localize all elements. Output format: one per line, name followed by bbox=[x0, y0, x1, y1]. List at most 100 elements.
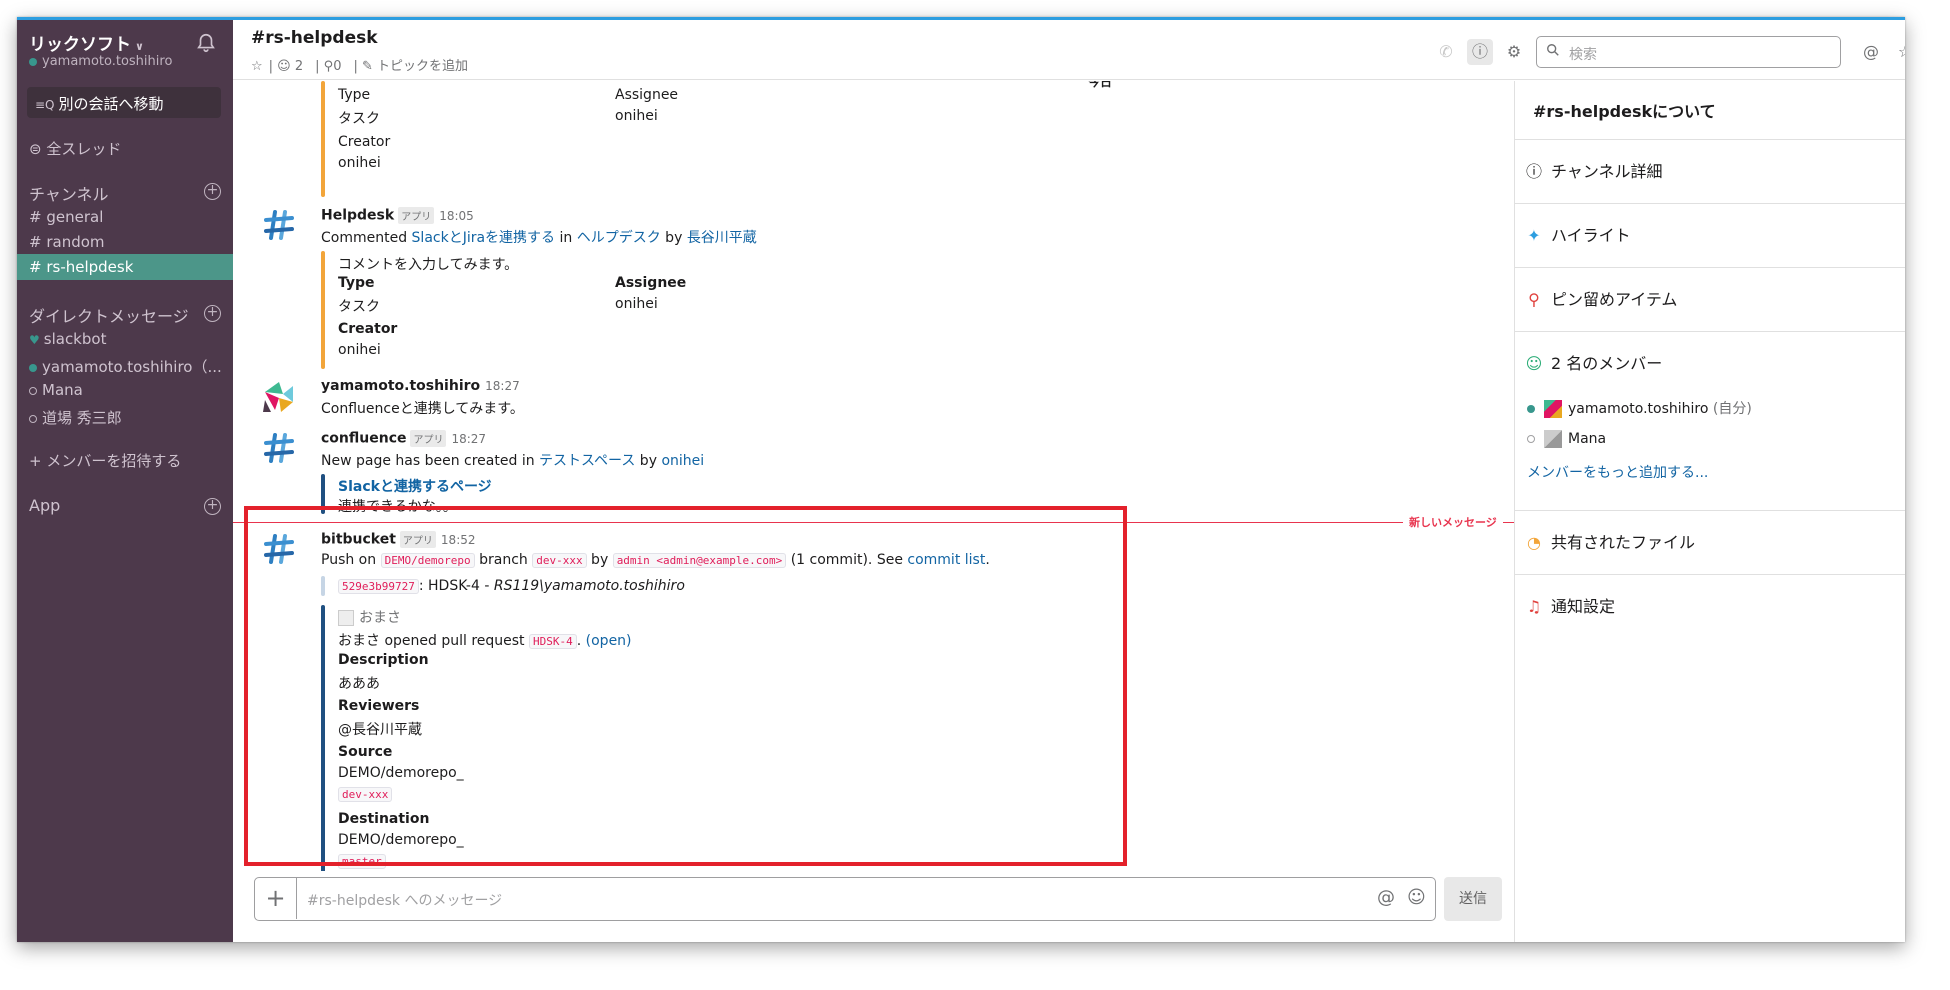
jump-to-button[interactable]: ≡Q 別の会話へ移動 bbox=[27, 87, 221, 118]
text: by bbox=[635, 453, 662, 469]
member-avatar bbox=[1544, 430, 1562, 448]
user-link[interactable]: 長谷川平蔵 bbox=[687, 230, 757, 246]
highlights-item[interactable]: ✦ ハイライト bbox=[1525, 222, 1630, 246]
person-icon: ☺ bbox=[1525, 354, 1543, 373]
add-app-icon[interactable]: + bbox=[204, 498, 221, 515]
channel-details-item[interactable]: ⓘ チャンネル詳細 bbox=[1525, 158, 1663, 182]
pin-icon: ⚲ bbox=[1528, 290, 1540, 309]
field-label: Assignee bbox=[615, 275, 687, 291]
message-author[interactable]: confluence アプリ 18:27 bbox=[321, 430, 486, 447]
project-link[interactable]: ヘルプデスク bbox=[577, 230, 661, 246]
emoji-icon[interactable]: ☺ bbox=[1407, 887, 1426, 908]
confluence-avatar[interactable] bbox=[261, 430, 297, 466]
field-label: Creator bbox=[338, 134, 391, 150]
member-row[interactable]: yamamoto.toshihiro (自分) bbox=[1527, 398, 1752, 418]
bell-icon[interactable] bbox=[195, 32, 217, 54]
message-time[interactable]: 18:27 bbox=[451, 432, 486, 446]
channel-label: general bbox=[46, 208, 104, 226]
phone-icon[interactable]: ✆ bbox=[1433, 39, 1459, 65]
add-members-link[interactable]: メンバーをもっと追加する... bbox=[1527, 462, 1708, 482]
item-label: 通知設定 bbox=[1551, 597, 1616, 616]
sidebar-item-rs-helpdesk[interactable]: # rs-helpdesk bbox=[29, 258, 133, 276]
user-link[interactable]: onihei bbox=[661, 453, 704, 469]
presence-online-icon bbox=[1527, 405, 1535, 413]
message-text: Confluenceと連携してみます。 bbox=[321, 401, 524, 417]
message-time[interactable]: 18:05 bbox=[439, 209, 474, 223]
field-label: Type bbox=[338, 275, 375, 291]
dm-label: Mana bbox=[42, 381, 83, 399]
channel-label: random bbox=[46, 233, 105, 251]
item-label: 共有されたファイル bbox=[1551, 533, 1696, 552]
panel-title: #rs-helpdeskについて bbox=[1533, 102, 1716, 121]
sidebar-item-general[interactable]: # general bbox=[29, 208, 103, 226]
add-topic-link[interactable]: ✎ トピックを追加 bbox=[362, 59, 474, 74]
message-time[interactable]: 18:27 bbox=[485, 379, 520, 393]
page-title[interactable]: #rs-helpdesk bbox=[251, 28, 378, 48]
space-link[interactable]: テストスペース bbox=[539, 453, 635, 469]
channel-meta: ☆ | ☺ 2 | ⚲0 | ✎ トピックを追加 bbox=[251, 55, 480, 74]
shared-files-item[interactable]: ◔ 共有されたファイル bbox=[1525, 529, 1695, 553]
mention-icon[interactable]: @ bbox=[1377, 887, 1395, 908]
channel-details-panel: #rs-helpdeskについて ⓘ チャンネル詳細 ✦ ハイライト ⚲ ピン留めアイ… bbox=[1514, 81, 1905, 942]
item-label: 2 名のメンバー bbox=[1551, 354, 1663, 373]
panel-section: ✦ ハイライト bbox=[1515, 203, 1905, 267]
threads-label: 全スレッド bbox=[46, 140, 122, 158]
panel-section: ♫ 通知設定 bbox=[1515, 574, 1905, 638]
star-icon[interactable]: ☆ bbox=[251, 59, 263, 74]
pins-count[interactable]: ⚲0 bbox=[324, 59, 348, 74]
issue-link[interactable]: SlackとJiraを連携する bbox=[412, 230, 556, 246]
starred-icon[interactable]: ☆ bbox=[1892, 39, 1905, 65]
team-menu[interactable]: リックソフト ∨ bbox=[29, 30, 144, 55]
add-channel-icon[interactable]: + bbox=[204, 183, 221, 200]
threads-icon: ⊜ bbox=[29, 140, 47, 158]
channels-header[interactable]: チャンネル bbox=[29, 181, 109, 205]
page-link[interactable]: Slackと連携するページ bbox=[338, 476, 492, 496]
helpdesk-avatar[interactable] bbox=[261, 207, 297, 243]
field-label: Assignee bbox=[615, 87, 679, 103]
highlight-box bbox=[244, 506, 1127, 866]
files-icon: ◔ bbox=[1527, 533, 1541, 552]
new-messages-label: 新しいメッセージ bbox=[1403, 514, 1503, 530]
add-dm-icon[interactable]: + bbox=[204, 305, 221, 322]
sidebar-item-yamamoto[interactable]: yamamoto.toshihiro（... bbox=[29, 356, 222, 377]
message-author[interactable]: Helpdesk アプリ 18:05 bbox=[321, 207, 474, 224]
members-count[interactable]: ☺ 2 bbox=[277, 59, 309, 74]
field-value: onihei bbox=[615, 108, 658, 124]
info-icon[interactable]: ⓘ bbox=[1467, 39, 1493, 65]
app-badge: アプリ bbox=[410, 430, 447, 447]
gear-icon[interactable]: ⚙ bbox=[1501, 39, 1527, 65]
sidebar: リックソフト ∨ yamamoto.toshihiro ≡Q 別の会話へ移動 ⊜ 全… bbox=[17, 20, 233, 942]
text: in bbox=[555, 230, 577, 246]
sidebar-item-random[interactable]: # random bbox=[29, 233, 105, 251]
apps-header[interactable]: App bbox=[29, 496, 60, 515]
dm-header[interactable]: ダイレクトメッセージ bbox=[29, 303, 189, 327]
presence-away-icon bbox=[29, 415, 37, 423]
sidebar-item-mana[interactable]: Mana bbox=[29, 381, 83, 399]
mentions-icon[interactable]: @ bbox=[1858, 39, 1884, 65]
chevron-down-icon: ∨ bbox=[135, 40, 144, 53]
notifications-item[interactable]: ♫ 通知設定 bbox=[1525, 593, 1615, 617]
item-label: ピン留めアイテム bbox=[1551, 290, 1678, 309]
author-name: confluence bbox=[321, 430, 407, 447]
author-name: Helpdesk bbox=[321, 207, 395, 224]
app-badge: アプリ bbox=[398, 207, 435, 224]
user-avatar[interactable] bbox=[261, 378, 297, 414]
composer-placeholder: #rs-helpdesk へのメッセージ bbox=[307, 893, 503, 909]
team-name: リックソフト bbox=[29, 35, 131, 55]
search-input[interactable]: 検索 bbox=[1536, 36, 1841, 68]
attach-plus-button[interactable]: + bbox=[255, 878, 297, 919]
pinned-items-item[interactable]: ⚲ ピン留めアイテム bbox=[1525, 286, 1677, 310]
channel-label: rs-helpdesk bbox=[46, 258, 134, 276]
sidebar-item-slackbot[interactable]: ♥ slackbot bbox=[29, 330, 106, 348]
send-button[interactable]: 送信 bbox=[1444, 877, 1502, 921]
panel-section: ◔ 共有されたファイル bbox=[1515, 510, 1905, 574]
attachment-bar bbox=[321, 81, 325, 197]
message-composer[interactable]: + #rs-helpdesk へのメッセージ @ ☺ bbox=[254, 877, 1436, 921]
members-item[interactable]: ☺ 2 名のメンバー bbox=[1525, 350, 1663, 374]
sidebar-item-dojo[interactable]: 道場 秀三郎 bbox=[29, 407, 122, 428]
dm-label: slackbot bbox=[43, 330, 107, 348]
member-row[interactable]: Mana bbox=[1527, 430, 1606, 448]
all-threads-item[interactable]: ⊜ 全スレッド bbox=[29, 138, 121, 159]
invite-members-item[interactable]: + メンバーを招待する bbox=[29, 450, 181, 471]
message-author[interactable]: yamamoto.toshihiro 18:27 bbox=[321, 378, 520, 394]
